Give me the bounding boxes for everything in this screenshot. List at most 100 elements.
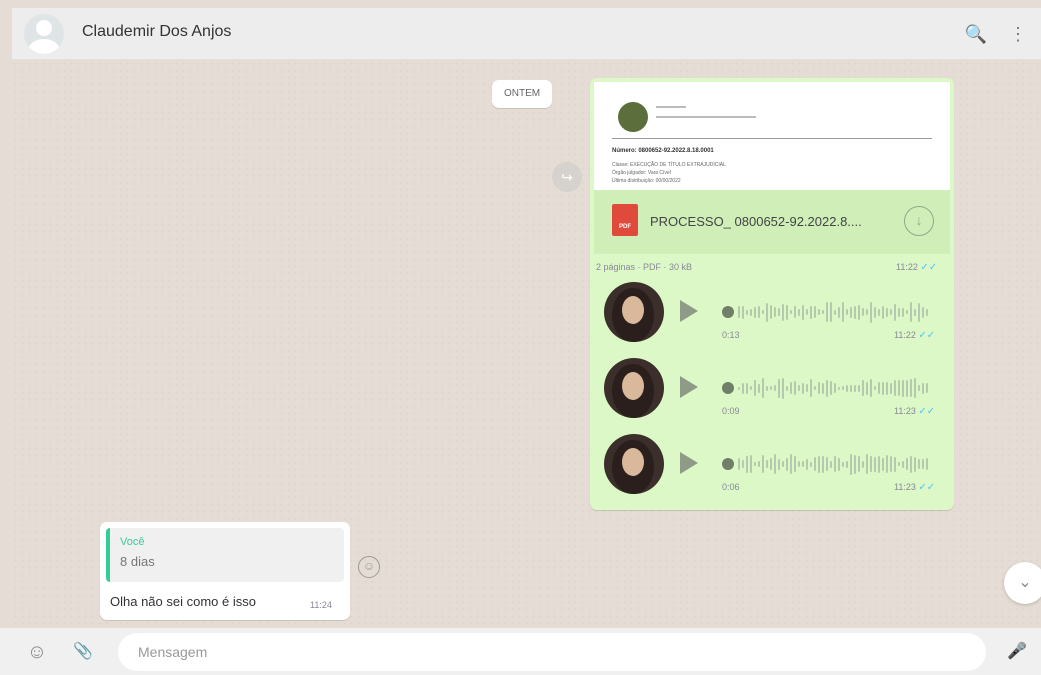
waveform-bar [922,382,924,394]
audio-waveform[interactable] [738,452,934,476]
waveform-bar [866,381,868,395]
download-icon[interactable]: ↓ [904,206,934,236]
waveform-bar [850,453,852,475]
waveform-bar [766,302,768,322]
waveform-bar [774,307,776,317]
waveform-bar [746,455,748,473]
waveform-bar [858,384,860,392]
waveform-bar [746,309,748,315]
waveform-bar [842,461,844,467]
message-input[interactable] [118,633,986,671]
waveform-bar [806,309,808,315]
waveform-bar [842,302,844,322]
waveform-bar [802,461,804,467]
scroll-down-button[interactable]: ⌄ [1004,562,1041,604]
waveform-bar [754,380,756,396]
waveform-bar [782,461,784,467]
waveform-bar [790,382,792,394]
incoming-message: Você 8 dias Olha não sei como é isso 11:… [100,522,350,620]
waveform-bar [882,381,884,395]
contact-name[interactable]: Claudemir Dos Anjos [82,23,231,41]
waveform-bar [878,455,880,473]
waveform-bar [834,383,836,393]
waveform-bar [914,308,916,316]
waveform-bar [774,454,776,474]
document-file-row[interactable]: PDF PROCESSO_ 0800652-92.2022.8.... ↓ [594,190,950,254]
message-time: 11:24 [310,600,332,610]
document-preview[interactable]: Número: 0800652-92.2022.8.18.0001 Classe… [594,82,950,190]
audio-scrubber-handle[interactable] [722,458,734,470]
menu-icon[interactable]: ⋮ [1004,20,1032,48]
waveform-bar [822,310,824,314]
waveform-bar [906,310,908,314]
play-icon[interactable] [680,452,698,474]
search-icon[interactable]: 🔍 [962,20,990,48]
waveform-bar [786,304,788,320]
waveform-bar [778,458,780,470]
waveform-bar [814,306,816,318]
waveform-bar [798,385,800,391]
waveform-bar [758,461,760,467]
waveform-bar [802,304,804,320]
quoted-message[interactable]: Você 8 dias [106,528,344,582]
waveform-bar [874,456,876,472]
time-text: 11:22 [894,330,916,340]
waveform-bar [862,380,864,396]
waveform-bar [818,382,820,394]
waveform-bar [914,378,916,398]
waveform-bar [790,454,792,474]
waveform-bar [750,455,752,473]
preview-text: Última distribuição: 00/00/2022 [612,178,681,184]
preview-divider [612,138,932,139]
contact-avatar[interactable] [24,14,64,54]
waveform-bar [810,379,812,397]
audio-scrubber-handle[interactable] [722,306,734,318]
waveform-bar [838,457,840,471]
mic-icon[interactable]: 🎤 [1002,637,1032,667]
waveform-bar [914,456,916,472]
message-time: 11:23 ✓✓ [894,482,935,493]
waveform-bar [882,457,884,471]
waveform-bar [910,302,912,322]
waveform-bar [738,458,740,470]
avatar-body-shape [28,39,60,54]
chat-header: Claudemir Dos Anjos 🔍 ⋮ [12,8,1041,60]
waveform-bar [766,460,768,468]
audio-scrubber-handle[interactable] [722,382,734,394]
waveform-bar [782,303,784,321]
emoji-icon[interactable]: ☺ [22,637,52,667]
audio-sender-avatar [604,282,664,342]
waveform-bar [850,306,852,318]
forward-icon[interactable]: ↪ [552,162,582,192]
waveform-bar [818,455,820,473]
waveform-bar [894,456,896,472]
waveform-bar [850,384,852,392]
read-check-icon: ✓✓ [918,406,936,417]
play-icon[interactable] [680,300,698,322]
audio-waveform[interactable] [738,376,934,400]
quote-text: 8 dias [120,554,155,569]
waveform-bar [882,305,884,319]
waveform-bar [858,456,860,472]
play-icon[interactable] [680,376,698,398]
avatar-head-shape [36,20,52,36]
waveform-bar [738,306,740,318]
attach-icon[interactable]: 📎 [68,637,98,667]
pdf-icon: PDF [612,204,638,236]
waveform-bar [794,381,796,395]
waveform-bar [754,306,756,318]
waveform-bar [906,379,908,397]
waveform-bar [846,309,848,315]
document-file-name: PROCESSO_ 0800652-92.2022.8.... [650,214,862,229]
time-text: 11:23 [894,482,916,492]
waveform-bar [838,306,840,318]
waveform-bar [766,385,768,391]
smile-icon[interactable]: ☺ [358,556,380,578]
audio-message: 0:09 11:23 ✓✓ [594,354,950,430]
waveform-bar [918,459,920,469]
waveform-bar [886,455,888,473]
waveform-bar [746,382,748,394]
audio-waveform[interactable] [738,300,934,324]
waveform-bar [822,382,824,394]
waveform-bar [902,460,904,468]
